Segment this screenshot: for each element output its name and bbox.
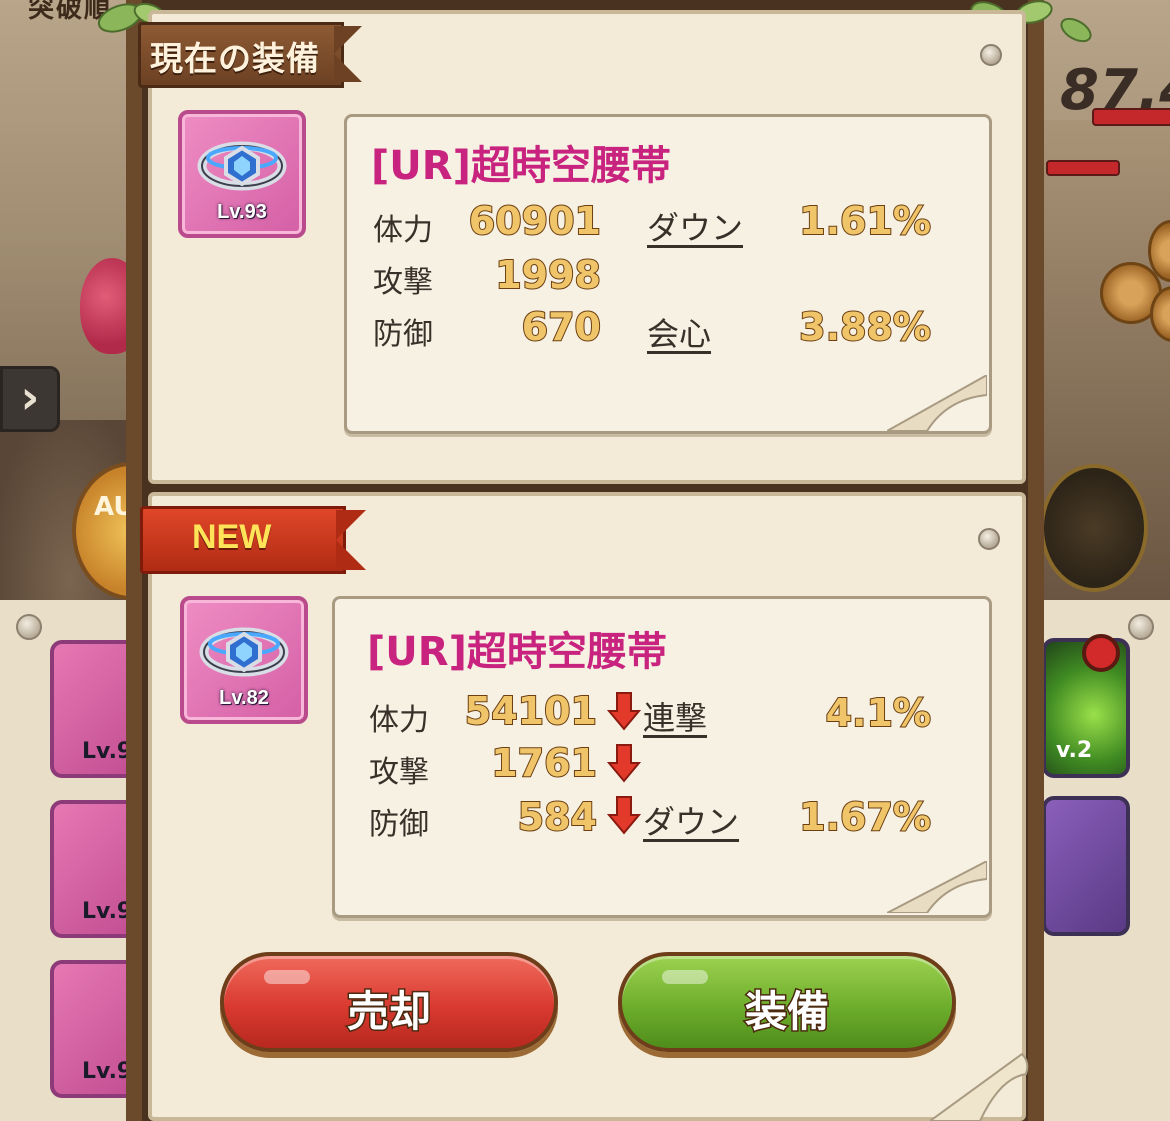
stat-label-defense: 防御 <box>373 317 433 352</box>
substat-label[interactable]: ダウン <box>643 797 739 843</box>
equip-button-label: 装備 <box>743 986 830 1038</box>
page-curl-decoration <box>887 375 987 431</box>
stat-down-arrow-icon <box>607 692 641 731</box>
stat-value-attack: 1998 <box>494 252 602 298</box>
bolt-icon <box>16 614 42 640</box>
substat-label[interactable]: 連撃 <box>643 693 707 739</box>
substat-value: 3.88% <box>798 304 932 350</box>
bolt-icon <box>978 528 1000 550</box>
slot-level: v.2 <box>1056 738 1093 763</box>
inventory-slot[interactable]: Lv.9 <box>50 800 138 938</box>
equip-button[interactable]: 装備 <box>618 952 956 1052</box>
stat-down-arrow-icon <box>607 744 641 783</box>
stat-label-hp: 体力 <box>369 703 429 738</box>
expand-arrow-button[interactable]: › <box>0 366 60 432</box>
slot-level: Lv.9 <box>82 899 133 924</box>
current-item-icon[interactable]: Lv.93 <box>178 110 306 238</box>
sell-button[interactable]: 売却 <box>220 952 558 1052</box>
page-curl-decoration <box>887 861 987 913</box>
new-item-stats-card: [UR]超時空腰帯 体力 54101 攻撃 1761 防御 584 連撃 4.1… <box>332 596 992 918</box>
current-equipment-header: 現在の装備 <box>150 39 320 78</box>
stat-value-hp: 54101 <box>464 688 598 734</box>
bolt-icon <box>1128 614 1154 640</box>
ribbon-tail <box>334 26 362 82</box>
stat-value-attack: 1761 <box>490 740 598 786</box>
new-badge-ribbon: NEW <box>140 506 376 574</box>
current-item-stats-card: [UR]超時空腰帯 体力 60901 攻撃 1998 防御 670 ダウン 1.… <box>344 114 992 434</box>
equipment-slot[interactable] <box>1042 796 1130 936</box>
enemy-hp-bar <box>1092 108 1170 126</box>
stat-value-defense: 584 <box>517 794 598 840</box>
belt-icon <box>197 141 287 191</box>
item-level: Lv.82 <box>219 687 269 709</box>
stat-label-attack: 攻撃 <box>373 265 433 300</box>
stat-label-attack: 攻撃 <box>369 755 429 790</box>
substat-label[interactable]: ダウン <box>647 203 743 249</box>
slot-level: Lv.9 <box>82 739 133 764</box>
page-curl-decoration <box>930 1052 1029 1121</box>
skill-ring <box>1040 464 1148 592</box>
substat-value: 1.61% <box>798 198 932 244</box>
new-badge-label: NEW <box>192 518 272 556</box>
item-level: Lv.93 <box>217 201 267 223</box>
enemy-hp-bar-2 <box>1046 160 1120 176</box>
new-item-icon[interactable]: Lv.82 <box>180 596 308 724</box>
stat-label-hp: 体力 <box>373 213 433 248</box>
slot-level: Lv.9 <box>82 1059 133 1084</box>
substat-label[interactable]: 会心 <box>647 309 711 355</box>
stat-value-defense: 670 <box>521 304 602 350</box>
stat-label-defense: 防御 <box>369 807 429 842</box>
sell-button-label: 売却 <box>345 986 432 1038</box>
item-name: [UR]超時空腰帯 <box>371 143 671 189</box>
substat-value: 1.67% <box>798 794 932 840</box>
stat-down-arrow-icon <box>607 796 641 835</box>
belt-icon <box>199 627 289 677</box>
inventory-slot[interactable]: Lv.9 <box>50 960 138 1098</box>
ribbon-tail <box>336 510 366 570</box>
stat-value-hp: 60901 <box>468 198 602 244</box>
notification-dot <box>1082 634 1120 672</box>
inventory-slot[interactable]: Lv.9 <box>50 640 138 778</box>
item-name: [UR]超時空腰帯 <box>367 629 667 675</box>
bolt-icon <box>980 44 1002 66</box>
current-equipment-ribbon: 現在の装備 <box>138 22 370 88</box>
substat-value: 4.1% <box>825 690 932 736</box>
